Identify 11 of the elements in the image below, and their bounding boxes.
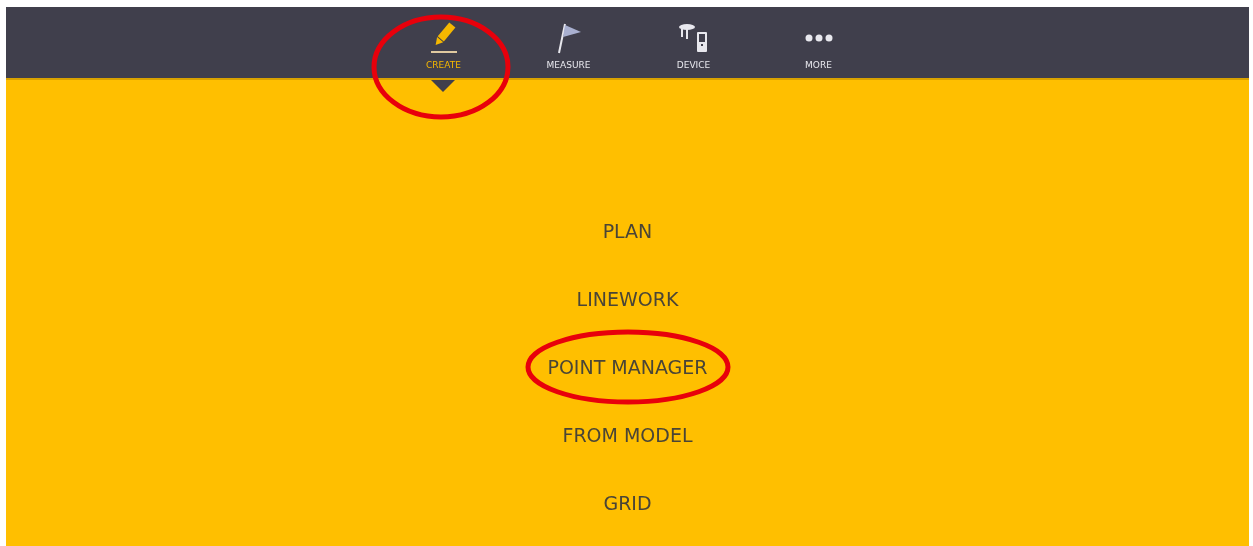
- menu-item[interactable]: GRID: [593, 469, 662, 537]
- more-icon: [804, 34, 833, 42]
- menu-item[interactable]: PLAN: [592, 197, 663, 265]
- menu-item[interactable]: POINT MANAGER: [537, 333, 718, 401]
- menu-item[interactable]: LINEWORK: [566, 265, 689, 333]
- nav-tab[interactable]: MORE: [756, 7, 881, 78]
- menu-item[interactable]: FROM MODEL: [552, 401, 703, 469]
- device-icon: [677, 22, 710, 54]
- nav-tab[interactable]: CREATE: [381, 7, 506, 78]
- nav-tab[interactable]: MEASURE: [506, 7, 631, 78]
- nav-tab[interactable]: DEVICE: [631, 7, 756, 78]
